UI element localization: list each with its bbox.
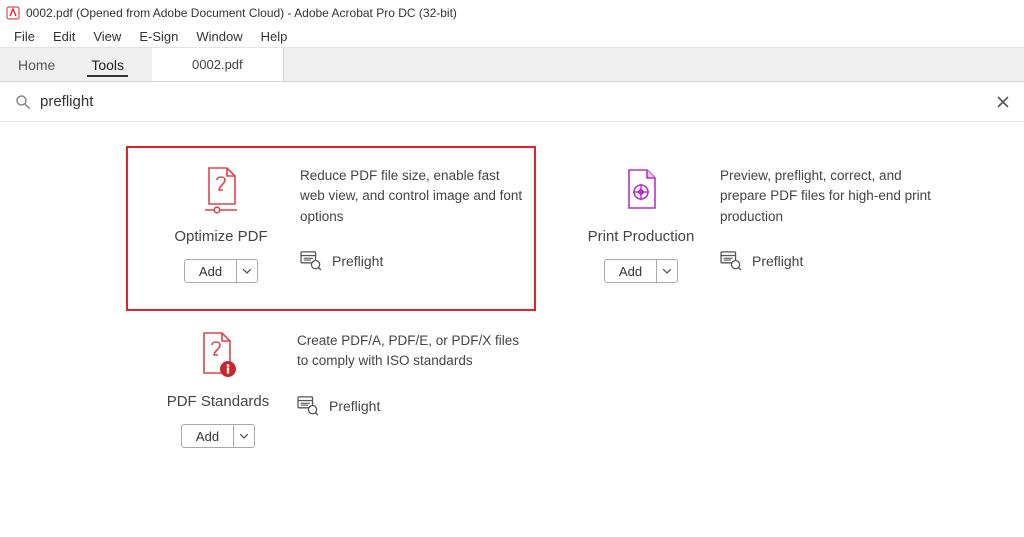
tools-search-row xyxy=(0,82,1024,122)
tools-area: Optimize PDF Add Reduce PDF file size, e… xyxy=(0,122,1024,476)
pdf-standards-icon xyxy=(196,331,240,379)
tool-card-optimize-pdf: Optimize PDF Add Reduce PDF file size, e… xyxy=(126,146,536,311)
menu-help[interactable]: Help xyxy=(253,27,296,46)
menu-window[interactable]: Window xyxy=(188,27,250,46)
tool-description: Reduce PDF file size, enable fast web vi… xyxy=(300,166,524,227)
tool-card-pdf-standards: PDF Standards Add Create PDF/A, PDF/E, o… xyxy=(123,311,533,476)
preflight-icon xyxy=(297,396,319,416)
tool-title: PDF Standards xyxy=(167,393,270,410)
window-title: 0002.pdf (Opened from Adobe Document Clo… xyxy=(26,6,457,20)
preflight-icon xyxy=(300,251,322,271)
tab-tools[interactable]: Tools xyxy=(73,48,142,81)
chevron-down-icon xyxy=(240,434,248,439)
close-icon[interactable] xyxy=(996,95,1010,109)
preflight-shortcut[interactable]: Preflight xyxy=(720,251,944,271)
tools-search-input[interactable] xyxy=(32,89,996,114)
add-button[interactable]: Add xyxy=(181,424,255,448)
tool-description: Preview, preflight, correct, and prepare… xyxy=(720,166,944,227)
add-button[interactable]: Add xyxy=(184,259,258,283)
chevron-down-icon xyxy=(243,269,251,274)
tool-description: Create PDF/A, PDF/E, or PDF/X files to c… xyxy=(297,331,521,372)
print-production-icon xyxy=(619,166,663,214)
preflight-shortcut[interactable]: Preflight xyxy=(297,396,521,416)
tool-card-print-production: Print Production Add Preview, preflight,… xyxy=(546,146,956,311)
preflight-icon xyxy=(720,251,742,271)
tab-home[interactable]: Home xyxy=(0,48,73,81)
tool-title: Optimize PDF xyxy=(174,228,267,245)
menu-edit[interactable]: Edit xyxy=(45,27,83,46)
preflight-label: Preflight xyxy=(752,253,803,269)
menu-file[interactable]: File xyxy=(6,27,43,46)
acrobat-app-icon xyxy=(6,6,20,20)
preflight-label: Preflight xyxy=(332,253,383,269)
preflight-shortcut[interactable]: Preflight xyxy=(300,251,524,271)
add-button-label: Add xyxy=(605,260,657,282)
titlebar: 0002.pdf (Opened from Adobe Document Clo… xyxy=(0,0,1024,26)
add-button-label: Add xyxy=(185,260,237,282)
chevron-down-icon xyxy=(663,269,671,274)
tabbar: Home Tools 0002.pdf xyxy=(0,48,1024,82)
add-button-dropdown[interactable] xyxy=(234,425,254,447)
tab-document[interactable]: 0002.pdf xyxy=(152,48,284,81)
add-button-dropdown[interactable] xyxy=(657,260,677,282)
menu-esign[interactable]: E-Sign xyxy=(131,27,186,46)
add-button-label: Add xyxy=(182,425,234,447)
search-icon xyxy=(14,93,32,111)
menubar: File Edit View E-Sign Window Help xyxy=(0,26,1024,48)
add-button[interactable]: Add xyxy=(604,259,678,283)
optimize-pdf-icon xyxy=(199,166,243,214)
add-button-dropdown[interactable] xyxy=(237,260,257,282)
preflight-label: Preflight xyxy=(329,398,380,414)
menu-view[interactable]: View xyxy=(85,27,129,46)
tool-title: Print Production xyxy=(588,228,695,245)
